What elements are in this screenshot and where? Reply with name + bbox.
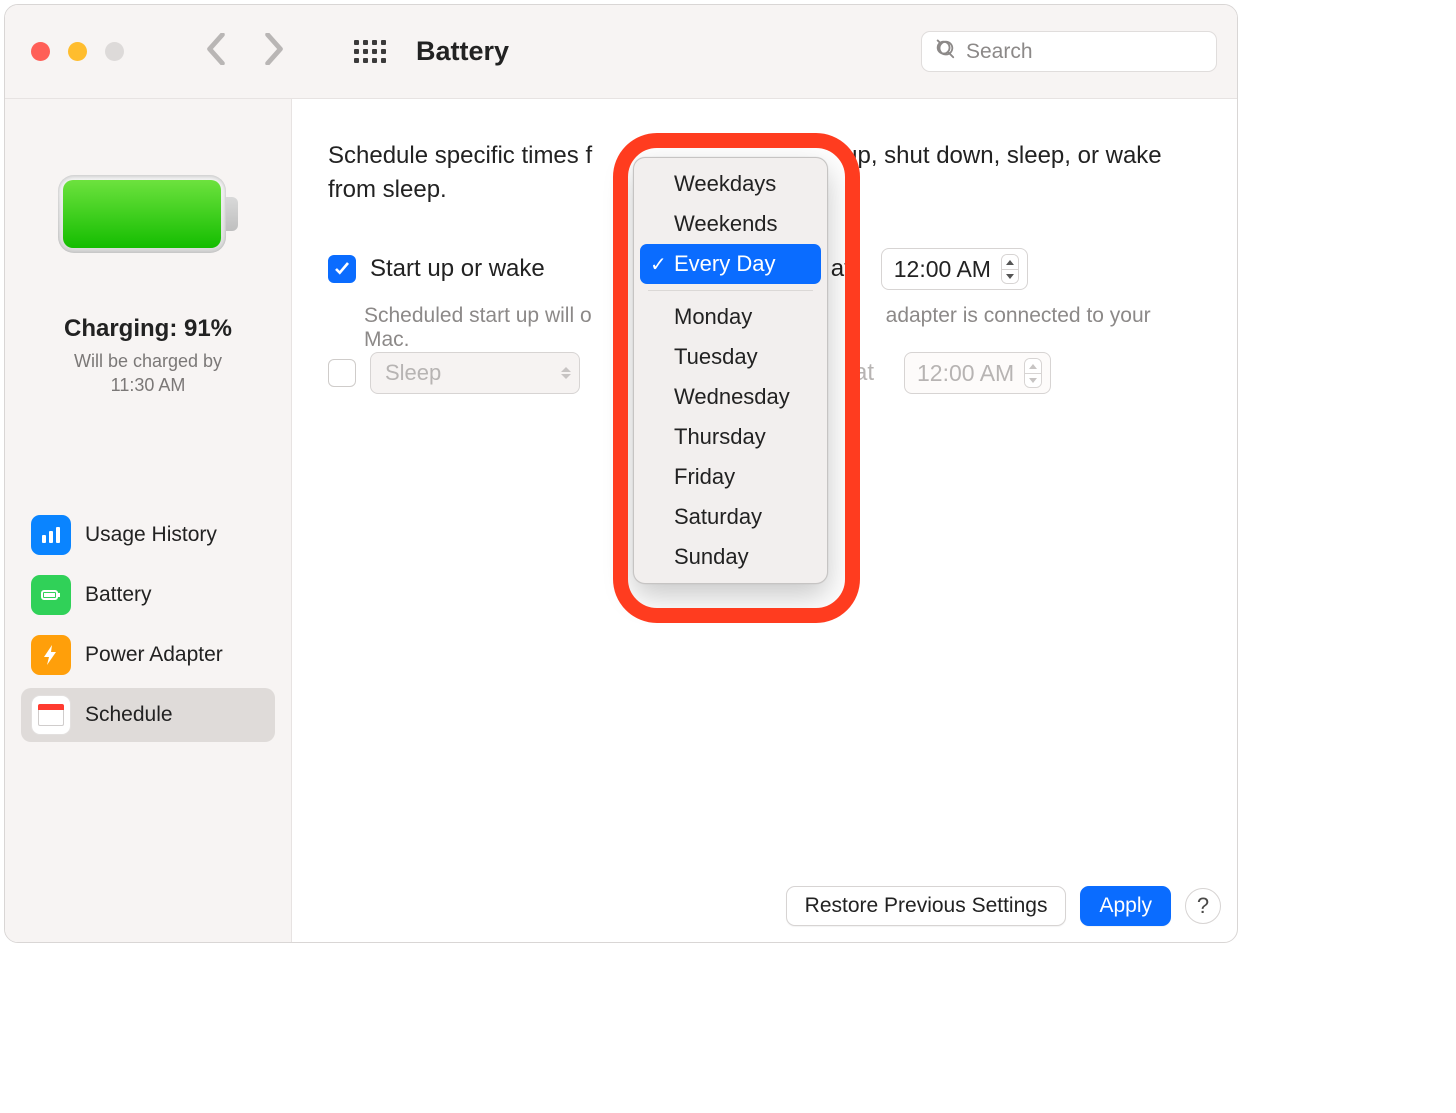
battery-illustration bbox=[58, 169, 238, 259]
day-option-weekends[interactable]: Weekends bbox=[640, 204, 821, 244]
search-input[interactable] bbox=[966, 40, 1204, 64]
sidebar-item-label: Battery bbox=[85, 583, 152, 607]
close-window-button[interactable] bbox=[31, 42, 50, 61]
footer-buttons: Restore Previous Settings Apply ? bbox=[786, 886, 1221, 926]
sleep-time-stepper[interactable] bbox=[1024, 358, 1042, 388]
battery-icon bbox=[31, 575, 71, 615]
usage-history-icon bbox=[31, 515, 71, 555]
search-field-wrap bbox=[921, 31, 1217, 72]
day-option-friday[interactable]: Friday bbox=[640, 457, 821, 497]
day-option-thursday[interactable]: Thursday bbox=[640, 417, 821, 457]
window-title: Battery bbox=[416, 36, 509, 67]
sidebar-item-battery[interactable]: Battery bbox=[21, 568, 275, 622]
chevron-updown-icon bbox=[561, 367, 571, 379]
forward-button[interactable] bbox=[264, 33, 284, 70]
back-button[interactable] bbox=[206, 33, 226, 70]
nav-arrows bbox=[206, 33, 284, 70]
startup-time-field[interactable]: 12:00 AM bbox=[881, 248, 1028, 290]
window-body: Charging: 91% Will be charged by 11:30 A… bbox=[5, 99, 1237, 942]
sidebar: Charging: 91% Will be charged by 11:30 A… bbox=[5, 99, 292, 942]
day-select-menu: WeekdaysWeekendsEvery Day MondayTuesdayWe… bbox=[633, 157, 828, 584]
sleep-checkbox[interactable] bbox=[328, 359, 356, 387]
search-icon bbox=[934, 38, 966, 65]
sleep-time-field[interactable]: 12:00 AM bbox=[904, 352, 1051, 394]
day-option-weekdays[interactable]: Weekdays bbox=[640, 164, 821, 204]
sidebar-item-schedule[interactable]: Schedule bbox=[21, 688, 275, 742]
apply-button[interactable]: Apply bbox=[1080, 886, 1171, 926]
sleep-action-value: Sleep bbox=[385, 360, 441, 386]
zoom-window-button[interactable] bbox=[105, 42, 124, 61]
sidebar-item-label: Schedule bbox=[85, 703, 173, 727]
day-option-sunday[interactable]: Sunday bbox=[640, 537, 821, 577]
charge-eta-label: Will be charged by 11:30 AM bbox=[5, 349, 291, 398]
day-option-tuesday[interactable]: Tuesday bbox=[640, 337, 821, 377]
sidebar-item-usage-history[interactable]: Usage History bbox=[21, 508, 275, 562]
day-option-every-day[interactable]: Every Day bbox=[640, 244, 821, 284]
day-option-monday[interactable]: Monday bbox=[640, 297, 821, 337]
show-all-prefs-button[interactable] bbox=[354, 40, 386, 63]
window-controls bbox=[31, 42, 124, 61]
startup-label: Start up or wake bbox=[370, 255, 545, 283]
schedule-icon bbox=[31, 695, 71, 735]
sleep-action-select[interactable]: Sleep bbox=[370, 352, 580, 394]
at-label-2: at bbox=[854, 359, 874, 387]
power-adapter-icon bbox=[31, 635, 71, 675]
charge-status-label: Charging: 91% bbox=[5, 315, 291, 343]
menu-divider bbox=[648, 290, 813, 291]
startup-checkbox[interactable] bbox=[328, 255, 356, 283]
minimize-window-button[interactable] bbox=[68, 42, 87, 61]
sleep-time-value: 12:00 AM bbox=[917, 360, 1014, 387]
preferences-window: Battery Charging: 91% Will be charged by… bbox=[4, 4, 1238, 943]
toolbar: Battery bbox=[5, 5, 1237, 99]
at-label-1: at bbox=[831, 255, 851, 283]
startup-time-value: 12:00 AM bbox=[894, 256, 991, 283]
help-button[interactable]: ? bbox=[1185, 888, 1221, 924]
sidebar-item-power-adapter[interactable]: Power Adapter bbox=[21, 628, 275, 682]
sidebar-item-label: Power Adapter bbox=[85, 643, 223, 667]
restore-previous-button[interactable]: Restore Previous Settings bbox=[786, 886, 1067, 926]
day-option-wednesday[interactable]: Wednesday bbox=[640, 377, 821, 417]
startup-time-stepper[interactable] bbox=[1001, 254, 1019, 284]
sidebar-items: Usage History Battery Power Adapter bbox=[5, 508, 291, 742]
day-option-saturday[interactable]: Saturday bbox=[640, 497, 821, 537]
sidebar-item-label: Usage History bbox=[85, 523, 217, 547]
